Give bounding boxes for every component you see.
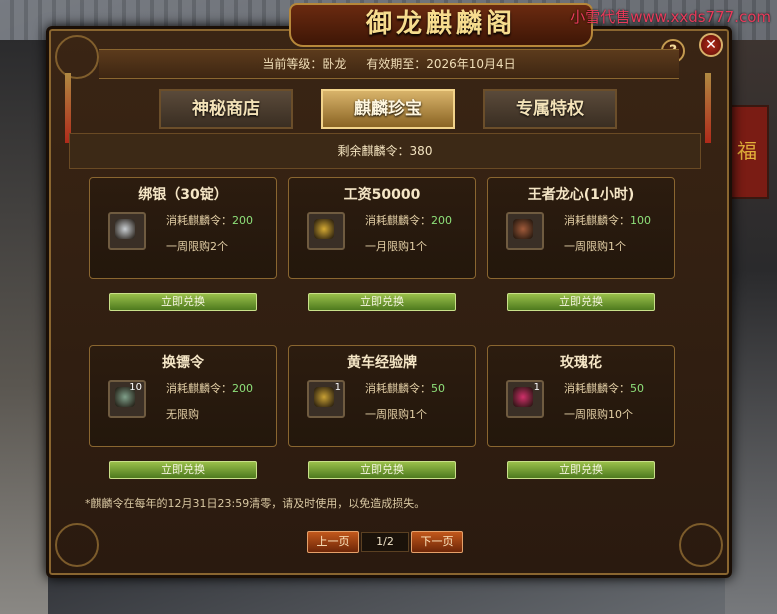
background-left-wall <box>0 40 48 614</box>
item-cost: 消耗麒麟令：200 <box>365 214 452 227</box>
redeem-button[interactable]: 立即兑换 <box>507 293 655 311</box>
tassel-right <box>705 73 711 143</box>
reset-note: *麒麟令在每年的12月31日23:59清零，请及时使用，以免造成损失。 <box>85 497 426 510</box>
title-plate: 御龙麒麟阁 <box>289 3 593 47</box>
redeem-button[interactable]: 立即兑换 <box>109 293 257 311</box>
item-name: 玫瑰花 <box>560 355 602 371</box>
prev-page-button[interactable]: 上一页 <box>307 531 359 553</box>
redeem-button[interactable]: 立即兑换 <box>308 293 456 311</box>
item-limit: 一月限购1个 <box>365 240 427 253</box>
item-limit: 一周限购1个 <box>365 408 427 421</box>
current-level: 当前等级：卧龙 <box>262 57 347 71</box>
item-card: 玫瑰花 1 消耗麒麟令：50 一周限购10个 <box>487 345 675 447</box>
corner-ornament-icon <box>55 35 99 79</box>
close-button[interactable]: ✕ <box>699 33 723 57</box>
silver-ingot-icon <box>108 212 146 250</box>
yellow-cart-icon: 1 <box>307 380 345 418</box>
redeem-button[interactable]: 立即兑换 <box>308 461 456 479</box>
redeem-button[interactable]: 立即兑换 <box>109 461 257 479</box>
seller-watermark: 小雪代售www.xxds777.com <box>570 8 771 26</box>
qilin-shop-panel: 御龙麒麟阁 ? ✕ 当前等级：卧龙 有效期至：2026年10月4日 神秘商店 麒… <box>46 3 732 578</box>
tab-mystery-shop[interactable]: 神秘商店 <box>159 89 293 129</box>
escort-token-icon: 10 <box>108 380 146 418</box>
pager: 上一页 1/2 下一页 <box>307 531 467 553</box>
expire-date: 有效期至：2026年10月4日 <box>366 57 516 71</box>
item-cost: 消耗麒麟令：200 <box>166 214 253 227</box>
rose-icon: 1 <box>506 380 544 418</box>
item-card: 换镖令 10 消耗麒麟令：200 无限购 <box>89 345 277 447</box>
corner-ornament-icon <box>679 523 723 567</box>
redeem-button[interactable]: 立即兑换 <box>507 461 655 479</box>
dragon-heart-icon <box>506 212 544 250</box>
item-cost: 消耗麒麟令：50 <box>365 382 445 395</box>
page-indicator: 1/2 <box>361 532 409 552</box>
item-name: 换镖令 <box>162 355 204 371</box>
item-limit: 一周限购2个 <box>166 240 228 253</box>
tab-exclusive-privilege[interactable]: 专属特权 <box>483 89 617 129</box>
item-card: 黄车经验牌 1 消耗麒麟令：50 一周限购1个 <box>288 345 476 447</box>
next-page-button[interactable]: 下一页 <box>411 531 463 553</box>
corner-ornament-icon <box>55 523 99 567</box>
item-name: 王者龙心(1小时) <box>527 187 635 203</box>
item-card: 王者龙心(1小时) 消耗麒麟令：100 一周限购1个 <box>487 177 675 279</box>
lantern-character: 福 <box>737 139 757 163</box>
item-limit: 一周限购1个 <box>564 240 626 253</box>
item-card: 工资50000 消耗麒麟令：200 一月限购1个 <box>288 177 476 279</box>
item-cost: 消耗麒麟令：50 <box>564 382 644 395</box>
gold-coins-icon <box>307 212 345 250</box>
remaining-tokens: 剩余麒麟令：380 <box>69 133 701 169</box>
item-card: 绑银（30锭） 消耗麒麟令：200 一周限购2个 <box>89 177 277 279</box>
item-limit: 无限购 <box>166 408 199 421</box>
item-name: 黄车经验牌 <box>347 355 417 371</box>
tab-bar: 神秘商店 麒麟珍宝 专属特权 <box>149 89 629 129</box>
panel-title: 御龙麒麟阁 <box>365 9 516 39</box>
status-bar: 当前等级：卧龙 有效期至：2026年10月4日 <box>99 49 679 79</box>
item-name: 工资50000 <box>343 187 421 203</box>
tab-qilin-treasure[interactable]: 麒麟珍宝 <box>321 89 455 129</box>
item-cost: 消耗麒麟令：200 <box>166 382 253 395</box>
item-limit: 一周限购10个 <box>564 408 633 421</box>
item-name: 绑银（30锭） <box>138 187 228 203</box>
item-cost: 消耗麒麟令：100 <box>564 214 651 227</box>
